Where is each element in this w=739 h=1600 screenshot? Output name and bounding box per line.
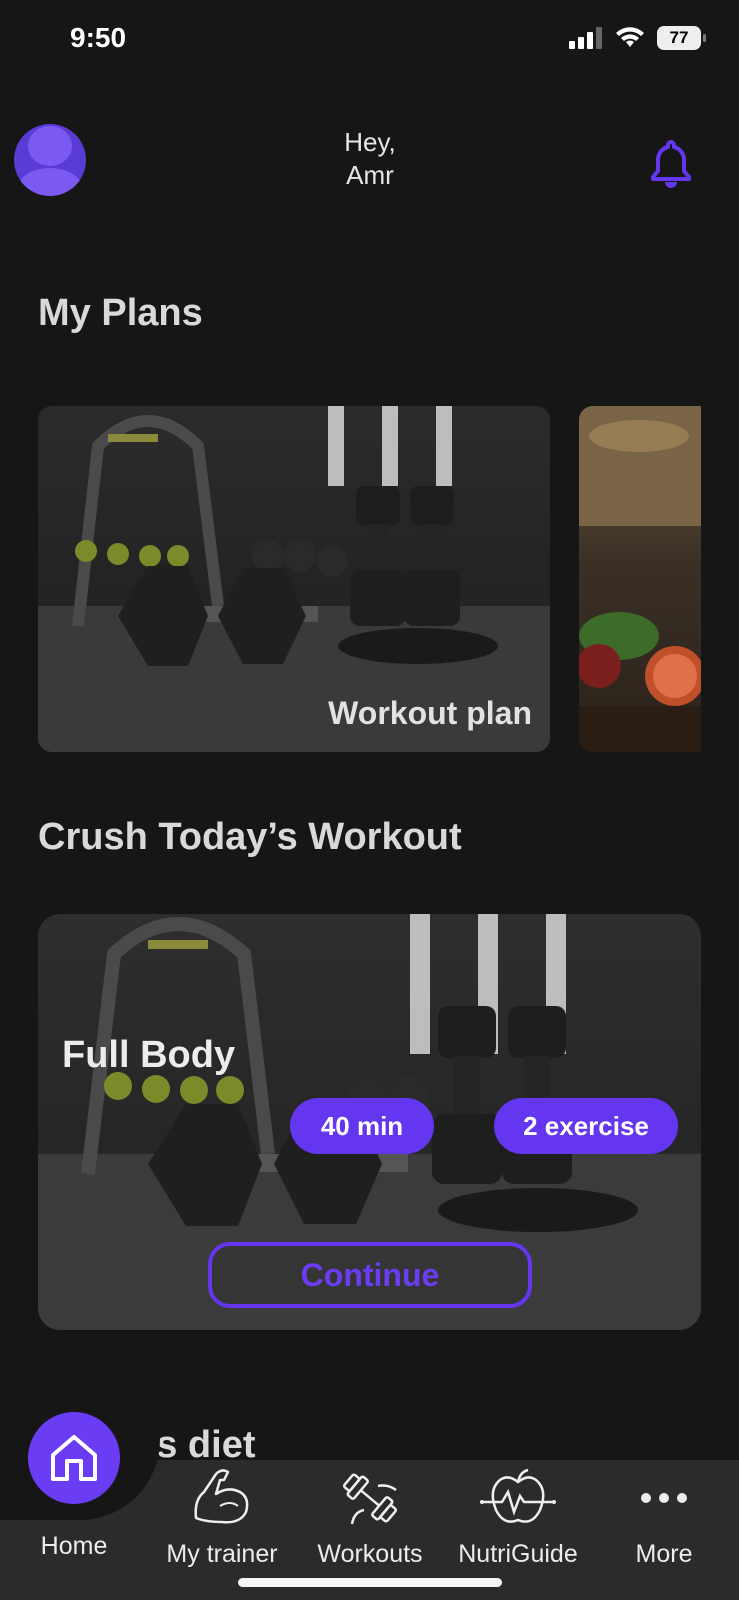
status-time: 9:50 xyxy=(70,22,127,53)
more-dots-icon xyxy=(641,1493,687,1503)
nav-my-trainer-label: My trainer xyxy=(166,1540,278,1568)
today-workout-card[interactable]: Full Body 40 min 2 exercise Continue xyxy=(38,914,701,1330)
apple-heartbeat-icon xyxy=(480,1468,556,1523)
home-indicator[interactable] xyxy=(238,1578,502,1587)
nav-workouts[interactable]: Workouts xyxy=(296,1462,444,1569)
plan-card-label: Workout plan xyxy=(328,695,532,731)
workout-name: Full Body xyxy=(62,1034,236,1076)
greeting-line1: Hey, xyxy=(344,127,396,157)
battery-icon: 77 xyxy=(657,26,706,50)
nav-more-label: More xyxy=(635,1540,693,1568)
nav-more[interactable]: More xyxy=(590,1462,738,1569)
nav-nutriguide[interactable]: NutriGuide xyxy=(444,1462,592,1569)
duration-badge: 40 min xyxy=(290,1098,434,1154)
nav-my-trainer[interactable]: My trainer xyxy=(148,1462,296,1569)
avatar-torso xyxy=(18,168,82,196)
avatar[interactable] xyxy=(14,124,86,196)
nav-workouts-label: Workouts xyxy=(317,1540,423,1568)
wifi-icon xyxy=(616,27,644,47)
fruits-image xyxy=(579,406,701,752)
signal-icon xyxy=(569,27,602,49)
dumbbell-icon xyxy=(342,1473,398,1525)
nav-nutriguide-label: NutriGuide xyxy=(458,1540,578,1568)
nav-home-label[interactable]: Home xyxy=(0,1532,148,1561)
nutrition-plan-card[interactable] xyxy=(579,406,701,752)
nav-home-button[interactable] xyxy=(28,1412,120,1504)
greeting-name: Amr xyxy=(346,160,394,190)
flexed-arm-icon xyxy=(194,1469,249,1524)
status-bar: 9:50 77 xyxy=(0,0,739,80)
my-plans-title: My Plans xyxy=(38,292,203,334)
exercise-count-badge: 2 exercise xyxy=(494,1098,678,1154)
greeting: Hey, Amr xyxy=(300,126,440,192)
today-workout-title: Crush Today’s Workout xyxy=(38,816,462,858)
workout-plan-card[interactable]: Workout plan xyxy=(38,406,550,752)
avatar-head xyxy=(28,126,72,166)
home-icon xyxy=(51,1435,97,1481)
notification-bell-icon[interactable] xyxy=(648,138,694,190)
continue-button[interactable]: Continue xyxy=(208,1242,532,1308)
status-icons: 77 xyxy=(569,26,706,50)
